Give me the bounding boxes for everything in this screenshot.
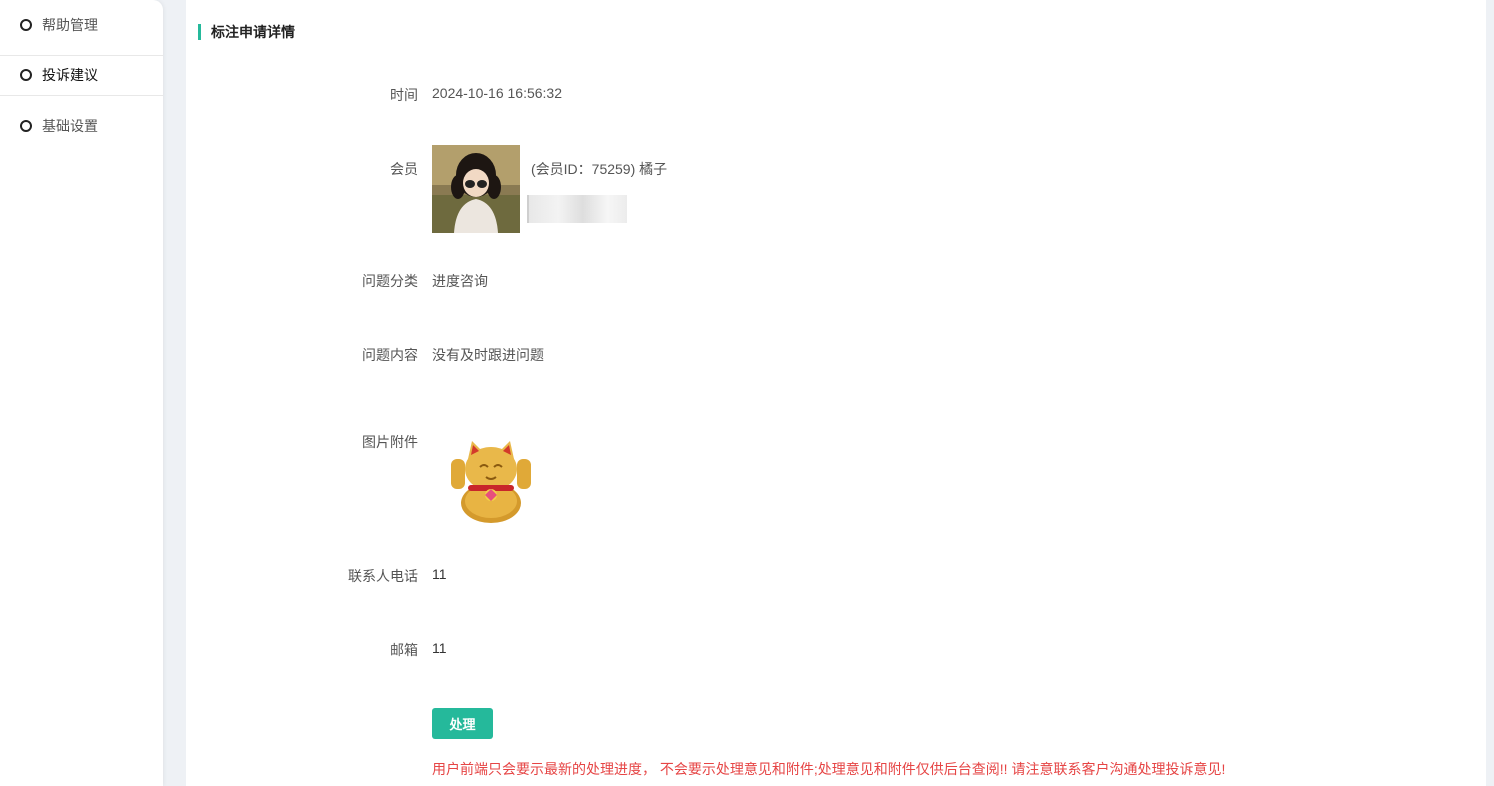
sidebar-item-settings[interactable]: 基础设置 [0, 101, 163, 151]
sidebar-item-help[interactable]: 帮助管理 [0, 0, 163, 50]
email-value: 11 [432, 640, 447, 656]
blurred-info [527, 195, 627, 223]
detail-panel: 标注申请详情 时间 2024-10-16 16:56:32 会员 (会员ID：7… [186, 0, 1486, 786]
circle-icon [20, 120, 32, 132]
attachment-label: 图片附件 [362, 434, 418, 450]
sidebar-item-label: 投诉建议 [42, 67, 98, 83]
sidebar-item-complaints[interactable]: 投诉建议 [0, 50, 163, 100]
time-value: 2024-10-16 16:56:32 [432, 85, 562, 101]
category-value: 进度咨询 [432, 273, 488, 289]
process-button[interactable]: 处理 [432, 708, 493, 739]
member-value: (会员ID：75259) 橘子 [531, 161, 668, 177]
notice-text: 用户前端只会要示最新的处理进度， 不会要示处理意见和附件;处理意见和附件仅供后台… [432, 761, 1226, 777]
time-label: 时间 [390, 87, 418, 103]
divider [0, 95, 163, 96]
content-label: 问题内容 [362, 347, 418, 363]
sidebar: 帮助管理 投诉建议 基础设置 [0, 0, 163, 786]
member-label: 会员 [390, 161, 418, 177]
page-title: 标注申请详情 [198, 24, 295, 40]
email-label: 邮箱 [390, 642, 418, 658]
attachment-image[interactable] [448, 437, 534, 525]
phone-label: 联系人电话 [348, 568, 418, 584]
avatar[interactable] [432, 145, 520, 233]
circle-icon [20, 69, 32, 81]
content-value: 没有及时跟进问题 [432, 347, 544, 363]
category-label: 问题分类 [362, 273, 418, 289]
circle-icon [20, 19, 32, 31]
sidebar-item-label: 帮助管理 [42, 17, 98, 33]
phone-value: 11 [432, 566, 447, 582]
sidebar-item-label: 基础设置 [42, 118, 98, 134]
